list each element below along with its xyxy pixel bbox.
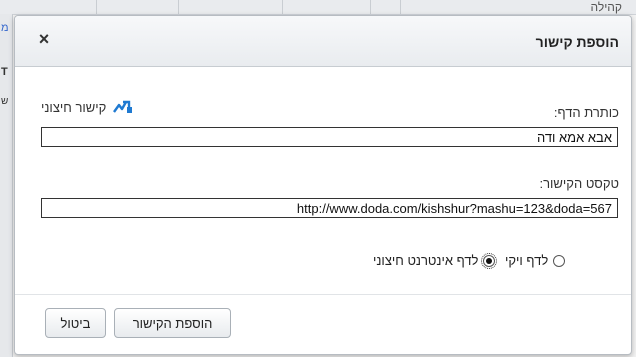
background-sidebar-text: קהילה	[590, 0, 622, 14]
link-text-label: טקסט הקישור:	[539, 176, 620, 191]
external-link-indicator: קישור חיצוני	[41, 99, 134, 115]
page-title-input[interactable]	[41, 127, 618, 147]
background-column-divider	[96, 0, 97, 14]
radio-wiki-page-label: לדף ויקי	[505, 253, 549, 268]
close-icon[interactable]: ×	[35, 30, 53, 48]
radio-external-page[interactable]	[481, 252, 498, 269]
background-column-divider	[282, 0, 283, 14]
cancel-button[interactable]: ביטול	[45, 308, 106, 338]
link-text-input[interactable]	[41, 198, 618, 218]
dialog-header: הוספת קישור ×	[15, 16, 631, 67]
page-title-label: כותרת הדף:	[553, 105, 619, 120]
add-link-dialog: הוספת קישור × קישור חיצוני כותרת הדף: טק…	[14, 15, 632, 355]
background-column-divider	[400, 0, 401, 14]
radio-external-page-label: לדף אינטרנט חיצוני	[373, 253, 479, 268]
external-link-icon	[113, 100, 133, 113]
external-link-label: קישור חיצוני	[41, 99, 107, 115]
dialog-title: הוספת קישור	[535, 34, 619, 50]
add-link-button[interactable]: הוספת הקישור	[114, 308, 231, 338]
radio-option-wiki-page[interactable]: לדף ויקי	[505, 253, 566, 268]
background-left-bold: T	[1, 66, 8, 78]
background-left-link[interactable]: מ	[1, 22, 9, 34]
radio-wiki-page[interactable]	[553, 254, 566, 267]
background-left-small: ש	[1, 96, 9, 107]
footer-divider	[15, 294, 631, 295]
background-column-divider	[178, 0, 179, 14]
background-column-divider	[370, 0, 371, 14]
radio-option-external-page[interactable]: לדף אינטרנט חיצוני	[373, 252, 498, 269]
